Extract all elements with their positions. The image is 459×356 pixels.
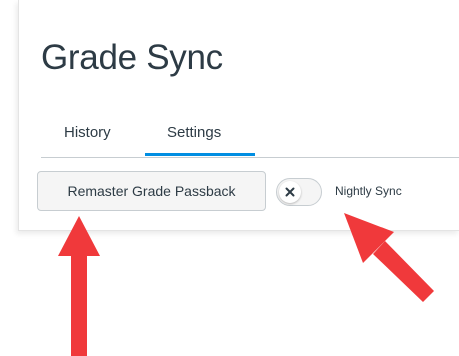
nightly-sync-label: Nightly Sync <box>335 184 402 198</box>
close-icon <box>285 187 295 197</box>
page-title: Grade Sync <box>41 38 223 77</box>
nightly-sync-toggle[interactable] <box>276 178 322 206</box>
active-tab-indicator <box>145 153 255 156</box>
remaster-grade-passback-button[interactable]: Remaster Grade Passback <box>37 171 266 211</box>
arrow-to-passback-button <box>58 216 100 356</box>
tab-history[interactable]: History <box>64 124 111 141</box>
page: Grade Sync History Settings Remaster Gra… <box>0 0 459 356</box>
tab-bar: History Settings <box>41 124 459 158</box>
toggle-knob <box>279 181 301 203</box>
tab-settings[interactable]: Settings <box>167 124 221 141</box>
